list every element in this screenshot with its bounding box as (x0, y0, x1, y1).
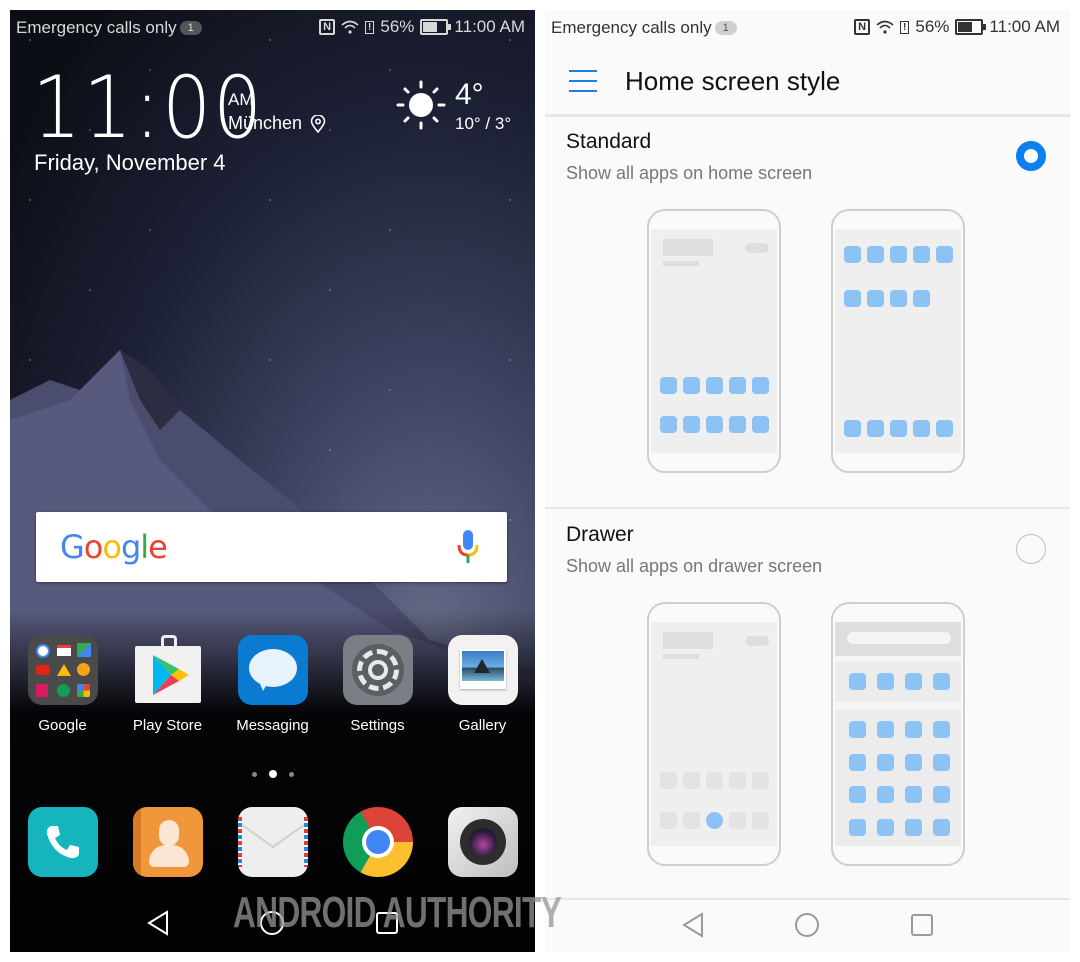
divider (545, 898, 1070, 900)
battery-percent: 56% (915, 17, 950, 36)
city-name: München (228, 113, 303, 133)
status-time: 11:00 AM (454, 17, 525, 36)
app-drawer-icon (706, 812, 723, 829)
preview-drawer-screen (831, 602, 965, 866)
clock-city[interactable]: München (228, 113, 326, 134)
clock-date: Friday, November 4 (34, 150, 226, 175)
preview-all-apps-screen (831, 209, 965, 473)
notification-badge: 1 (179, 21, 202, 35)
weather-temperature: 4° (455, 78, 484, 111)
page-dot[interactable] (288, 771, 294, 777)
dock-camera[interactable] (430, 807, 535, 877)
option-drawer[interactable]: Drawer Show all apps on drawer screen (545, 510, 1070, 900)
battery-icon (420, 19, 452, 35)
option-subtitle: Show all apps on home screen (566, 163, 813, 183)
dock-contacts[interactable] (115, 807, 220, 877)
home-screen: Emergency calls only 1 N ! 56% 11:00 AM 1… (10, 10, 535, 952)
status-bar: Emergency calls only 1 N ! 56% 11:00 AM (545, 10, 1070, 46)
preview-home-screen (647, 209, 781, 473)
battery-icon (955, 19, 987, 35)
google-logo-letter: o (83, 528, 104, 566)
app-label: Gallery (458, 717, 507, 734)
google-logo: Google (60, 528, 168, 566)
wifi-icon (876, 20, 894, 34)
page-title: Home screen style (625, 66, 841, 96)
nfc-icon: N (319, 19, 336, 35)
battery-saver-icon: ! (900, 20, 910, 34)
google-logo-letter: l (140, 528, 149, 566)
option-title: Standard (566, 130, 652, 153)
google-logo-letter: o (102, 528, 122, 566)
page-indicator (10, 770, 535, 778)
carrier-status: Emergency calls only (16, 18, 177, 37)
home-button[interactable] (794, 912, 820, 938)
divider (545, 507, 1070, 509)
gallery-icon (447, 635, 518, 705)
radio-standard[interactable] (1016, 141, 1046, 171)
weather-range: 10° / 3° (455, 114, 512, 133)
location-pin-icon (310, 114, 326, 133)
toolbar: Home screen style (545, 50, 1070, 117)
status-bar: Emergency calls only 1 N ! 56% 11:00 AM (10, 10, 535, 46)
app-messaging[interactable]: Messaging (220, 635, 325, 734)
google-search-bar[interactable]: Google (36, 512, 507, 582)
recents-button[interactable] (910, 913, 934, 937)
nav-bar (545, 912, 1070, 938)
back-button[interactable] (146, 910, 169, 936)
dock (10, 807, 535, 877)
app-google-folder[interactable]: Google (10, 635, 115, 734)
clock-ampm: AM (228, 90, 254, 109)
dock-email[interactable] (220, 807, 325, 877)
google-folder-icon (27, 635, 98, 705)
watermark: ANDROID AUTHORITY (233, 888, 562, 937)
settings-icon (342, 635, 413, 705)
menu-icon[interactable] (569, 70, 597, 92)
preview-drawer-home-screen (647, 602, 781, 866)
page-dot[interactable] (251, 771, 257, 777)
wifi-icon (341, 20, 359, 34)
battery-percent: 56% (380, 17, 415, 36)
chrome-icon (342, 807, 413, 877)
app-row: Google Play Store Messaging Settings Gal… (10, 635, 535, 734)
google-logo-letter: g (120, 528, 141, 566)
option-subtitle: Show all apps on drawer screen (566, 556, 823, 576)
sun-icon[interactable] (396, 80, 446, 130)
messaging-icon (237, 635, 308, 705)
dock-phone[interactable] (10, 807, 115, 877)
carrier-status: Emergency calls only (551, 18, 712, 37)
app-label: Messaging (236, 717, 309, 734)
app-settings[interactable]: Settings (325, 635, 430, 734)
radio-drawer[interactable] (1016, 534, 1046, 564)
home-screen-style-settings: Emergency calls only 1 N ! 56% 11:00 AM H… (545, 10, 1070, 952)
dock-chrome[interactable] (325, 807, 430, 877)
contacts-icon (132, 807, 203, 877)
phone-icon (27, 807, 98, 877)
page-dot-active[interactable] (268, 770, 277, 778)
play-store-icon (133, 635, 203, 705)
email-icon (237, 807, 308, 877)
app-gallery[interactable]: Gallery (430, 635, 535, 734)
google-logo-letter: G (60, 528, 85, 566)
option-title: Drawer (566, 523, 634, 546)
status-time: 11:00 AM (989, 17, 1060, 36)
camera-icon (447, 807, 518, 877)
battery-saver-icon: ! (365, 20, 375, 34)
microphone-icon[interactable] (457, 530, 479, 564)
app-label: Google (38, 717, 87, 734)
app-label: Settings (350, 717, 405, 734)
nfc-icon: N (854, 19, 871, 35)
notification-badge: 1 (714, 21, 737, 35)
option-standard[interactable]: Standard Show all apps on home screen (545, 117, 1070, 505)
app-play-store[interactable]: Play Store (115, 635, 220, 734)
google-logo-letter: e (148, 528, 168, 566)
back-button[interactable] (681, 912, 704, 938)
app-label: Play Store (132, 717, 203, 734)
